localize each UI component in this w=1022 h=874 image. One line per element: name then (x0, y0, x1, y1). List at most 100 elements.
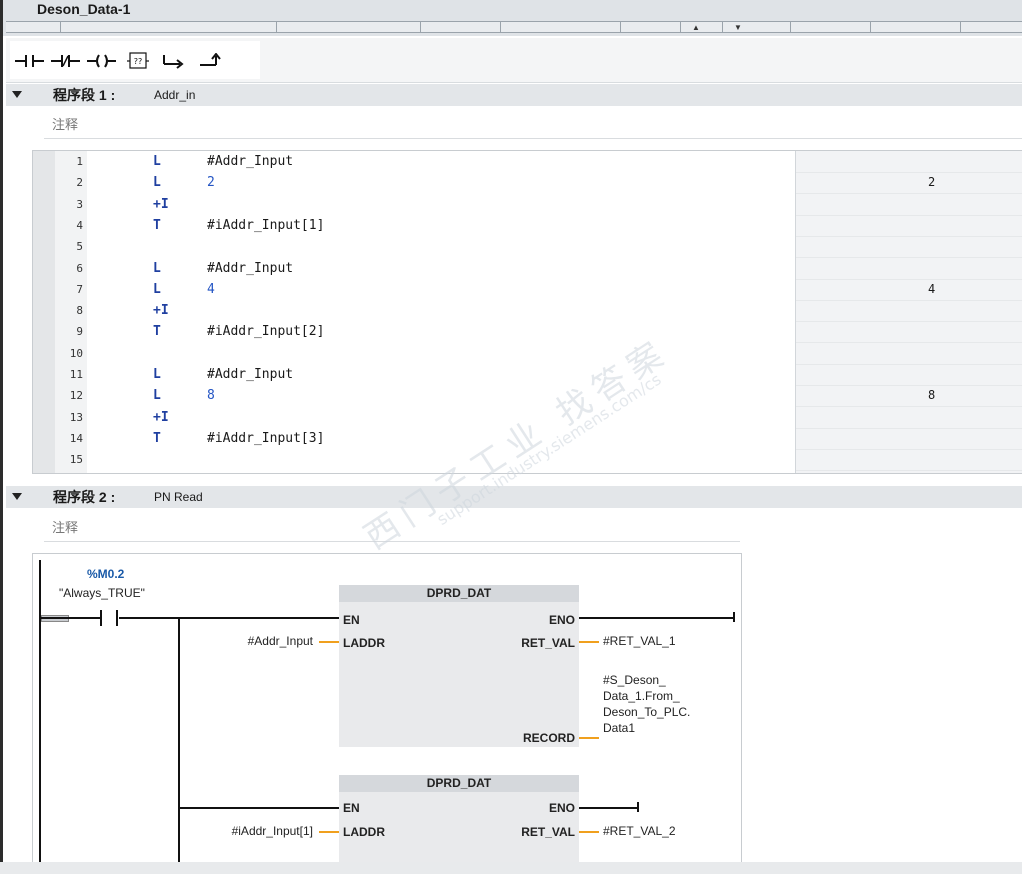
normally-closed-contact-button[interactable] (48, 49, 84, 73)
line-number: 10 (69, 346, 83, 360)
stl-operand[interactable]: #Addr_Input (207, 151, 293, 172)
normally-open-contact-button[interactable] (12, 49, 48, 73)
line-number: 5 (76, 240, 83, 254)
code-line[interactable]: 3 +I (33, 194, 1022, 216)
stl-operand[interactable]: #iAddr_Input[2] (207, 321, 324, 342)
line-number: 15 (69, 453, 83, 467)
code-line[interactable]: 4 T #iAddr_Input[1] (33, 215, 1022, 237)
stl-operand[interactable]: 4 (207, 279, 215, 300)
collapse-triangle-icon[interactable] (12, 91, 22, 98)
pin-laddr: LADDR (343, 636, 385, 650)
line-number: 2 (76, 176, 83, 190)
network-1-number: 程序段 1 : (53, 87, 116, 103)
stl-operator[interactable]: +I (153, 300, 169, 321)
ret-val-param-1[interactable]: #RET_VAL_1 (603, 634, 676, 648)
normally-closed-contact-icon (51, 55, 80, 67)
stl-operand[interactable]: #iAddr_Input[3] (207, 428, 324, 449)
stl-operand[interactable]: 2 (207, 172, 215, 193)
stl-operator[interactable]: L (153, 151, 161, 172)
eno-wire-1 (579, 617, 733, 619)
code-line[interactable]: 2 L 2 2 (33, 172, 1022, 195)
empty-box-icon: ?? (127, 52, 149, 69)
en-wire-2 (178, 807, 339, 809)
stl-operator[interactable]: +I (153, 194, 169, 215)
code-line[interactable]: 7 L 4 4 (33, 279, 1022, 301)
lad-network-area[interactable]: %M0.2 "Always_TRUE" DPRD_DAT EN LADDR EN… (32, 553, 742, 865)
code-line[interactable]: 9 T #iAddr_Input[2] (33, 321, 1022, 344)
network-1-title[interactable]: Addr_in (154, 88, 195, 103)
eno-wire-2 (579, 807, 637, 809)
code-line[interactable]: 13 +I (33, 407, 1022, 429)
line-number: 8 (76, 304, 83, 318)
line-number: 1 (76, 155, 83, 168)
block-2-title: DPRD_DAT (339, 775, 579, 792)
code-line[interactable]: 5 (33, 236, 1022, 259)
code-line[interactable]: 14 T #iAddr_Input[3] (33, 428, 1022, 450)
network-1-comment[interactable]: 注释 (44, 108, 1022, 139)
stl-operator[interactable]: L (153, 385, 161, 406)
stl-code-editor[interactable]: 1 L #Addr_Input 2 L 2 2 3 +I 4 T #iAddr_Input[1] 5 6 L… (32, 150, 1022, 474)
contact-symbol[interactable]: "Always_TRUE" (59, 586, 145, 600)
line-number: 7 (76, 282, 83, 296)
lad-element-group: ?? (10, 41, 260, 79)
dprd-dat-block-1[interactable]: DPRD_DAT EN LADDR ENO RET_VAL RECORD (339, 585, 579, 747)
record-param-line-2[interactable]: Data_1.From_ (603, 689, 680, 703)
pin-eno: ENO (548, 801, 575, 815)
en-wire-1 (119, 617, 339, 619)
record-param-line-1[interactable]: #S_Deson_ (603, 673, 666, 687)
pin-laddr: LADDR (343, 825, 385, 839)
code-line[interactable]: 12 L 8 8 (33, 385, 1022, 408)
stl-operator[interactable]: L (153, 258, 161, 279)
lad-toolbar: ?? (6, 38, 1022, 83)
network-2-number: 程序段 2 : (53, 489, 116, 505)
code-line[interactable]: 1 L #Addr_Input (33, 151, 1022, 173)
stl-operand[interactable]: #Addr_Input (207, 258, 293, 279)
close-branch-button[interactable] (192, 49, 228, 73)
code-line[interactable]: 11 L #Addr_Input (33, 364, 1022, 386)
code-line[interactable]: 15 (33, 449, 1022, 472)
laddr-param-1[interactable]: #Addr_Input (248, 634, 313, 648)
stl-operand[interactable]: 8 (207, 385, 215, 406)
record-param-line-3[interactable]: Deson_To_PLC. (603, 705, 690, 719)
network-2-comment[interactable]: 注释 (44, 511, 740, 542)
line-number: 6 (76, 261, 83, 275)
line-number: 3 (76, 197, 83, 211)
network-1-header[interactable]: 程序段 1 : Addr_in (6, 84, 1022, 106)
line-number: 11 (69, 368, 83, 381)
code-line[interactable]: 6 L #Addr_Input (33, 258, 1022, 280)
coil-button[interactable] (84, 49, 120, 73)
stl-operator[interactable]: L (153, 172, 161, 193)
contact-address[interactable]: %M0.2 (87, 567, 124, 581)
code-line[interactable]: 8 +I (33, 300, 1022, 323)
monitor-value: 2 (928, 175, 936, 190)
stl-operator[interactable]: T (153, 321, 161, 342)
stl-operator[interactable]: L (153, 364, 161, 385)
stl-operator[interactable]: L (153, 279, 161, 300)
bottom-scroll-strip[interactable] (0, 862, 1022, 874)
editor-title-bar: Deson_Data-1 ▲ ▼ (0, 0, 1022, 36)
pin-en: EN (343, 613, 360, 627)
laddr-param-2[interactable]: #iAddr_Input[1] (232, 824, 313, 838)
pin-ret-val: RET_VAL (521, 825, 575, 839)
open-branch-button[interactable] (156, 49, 192, 73)
stl-operator[interactable]: T (153, 428, 161, 449)
ret-val-param-2[interactable]: #RET_VAL_2 (603, 824, 676, 838)
empty-box-button[interactable]: ?? (120, 49, 156, 73)
pin-en: EN (343, 801, 360, 815)
sort-down-icon[interactable]: ▼ (734, 23, 742, 32)
stl-operand[interactable]: #iAddr_Input[1] (207, 215, 324, 236)
stl-operator[interactable]: +I (153, 407, 169, 428)
svg-text:??: ?? (134, 57, 143, 66)
window-left-border (0, 0, 3, 874)
stl-operator[interactable]: T (153, 215, 161, 236)
record-param-line-4[interactable]: Data1 (603, 721, 635, 735)
collapse-triangle-icon[interactable] (12, 493, 22, 500)
dprd-dat-block-2[interactable]: DPRD_DAT EN LADDR ENO RET_VAL (339, 775, 579, 864)
code-line[interactable]: 10 (33, 343, 1022, 365)
network-2-title[interactable]: PN Read (154, 490, 203, 505)
stl-operand[interactable]: #Addr_Input (207, 364, 293, 385)
network-2-header[interactable]: 程序段 2 : PN Read (6, 486, 1022, 508)
left-power-rail (39, 560, 41, 864)
sort-up-icon[interactable]: ▲ (692, 23, 700, 32)
monitor-value: 8 (928, 388, 936, 403)
